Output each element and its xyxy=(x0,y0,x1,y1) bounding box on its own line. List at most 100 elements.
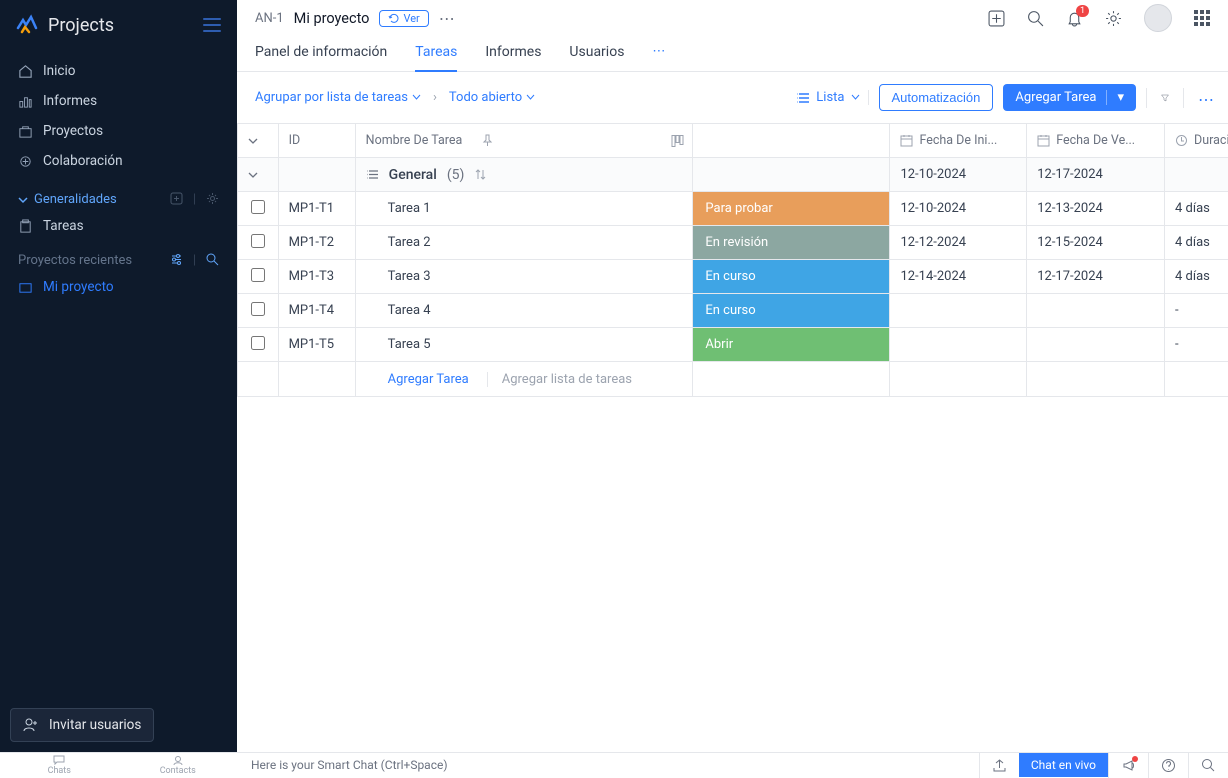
group-name[interactable]: General (5) xyxy=(366,167,683,183)
task-duration: 4 días xyxy=(1165,192,1228,226)
add-task-button[interactable]: Agregar Tarea ▾ xyxy=(1003,84,1136,111)
nav-informes[interactable]: Informes xyxy=(0,86,237,116)
tab-tareas[interactable]: Tareas xyxy=(415,38,457,72)
nav-proyectos[interactable]: Proyectos xyxy=(0,116,237,146)
task-due[interactable] xyxy=(1027,328,1165,362)
task-start[interactable] xyxy=(890,328,1027,362)
column-header-id[interactable]: ID xyxy=(278,124,355,158)
export-icon[interactable] xyxy=(979,753,1019,778)
search-icon[interactable] xyxy=(206,253,219,266)
row-checkbox[interactable] xyxy=(251,336,265,350)
add-task-list-inline[interactable]: Agregar lista de tareas xyxy=(487,372,646,387)
task-start[interactable]: 12-10-2024 xyxy=(890,192,1027,226)
table-row[interactable]: MP1-T1 Tarea 1 Para probar 12-10-2024 12… xyxy=(238,192,1228,226)
nav-inicio[interactable]: Inicio xyxy=(0,56,237,86)
task-name[interactable]: Tarea 2 xyxy=(355,226,693,260)
add-task-inline[interactable]: Agregar Tarea xyxy=(356,372,487,387)
app-logo[interactable]: Projects xyxy=(16,14,114,36)
gear-icon[interactable] xyxy=(206,192,219,205)
tab-more-icon[interactable]: ⋯ xyxy=(652,38,665,71)
task-due[interactable]: 12-17-2024 xyxy=(1027,260,1165,294)
task-start[interactable]: 12-12-2024 xyxy=(890,226,1027,260)
menu-toggle-icon[interactable] xyxy=(203,18,221,32)
column-header-start[interactable]: Fecha De Ini... xyxy=(890,124,1027,158)
filter-status-select[interactable]: Todo abierto xyxy=(449,90,535,105)
chat-tab-chats[interactable]: Chats xyxy=(0,755,119,776)
column-header-name[interactable]: Nombre De Tarea xyxy=(355,124,693,158)
avatar[interactable] xyxy=(1144,4,1172,32)
sidebar: Projects Inicio Informes Proyectos Colab… xyxy=(0,0,237,752)
task-name[interactable]: Tarea 5 xyxy=(355,328,693,362)
chevron-down-icon[interactable]: ▾ xyxy=(1106,90,1124,105)
project-id: AN-1 xyxy=(255,11,284,26)
search-icon[interactable] xyxy=(1027,10,1044,27)
main-content: AN-1 Mi proyecto Ver ⋯ 1 Panel xyxy=(237,0,1228,752)
task-name[interactable]: Tarea 3 xyxy=(355,260,693,294)
task-status[interactable]: En curso xyxy=(693,294,890,328)
notifications-button[interactable]: 1 xyxy=(1066,10,1083,27)
task-name[interactable]: Tarea 1 xyxy=(355,192,693,226)
invite-users-button[interactable]: Invitar usuarios xyxy=(10,708,154,742)
table-row[interactable]: MP1-T3 Tarea 3 En curso 12-14-2024 12-17… xyxy=(238,260,1228,294)
view-select[interactable]: Lista xyxy=(796,90,868,105)
column-header-due[interactable]: Fecha De Ve... xyxy=(1027,124,1165,158)
tab-informes[interactable]: Informes xyxy=(485,38,541,71)
tab-usuarios[interactable]: Usuarios xyxy=(569,38,624,71)
task-status[interactable]: Abrir xyxy=(693,328,890,362)
task-status[interactable]: En revisión xyxy=(693,226,890,260)
sort-icon[interactable] xyxy=(474,168,487,181)
briefcase-icon xyxy=(18,124,33,139)
plus-square-icon[interactable] xyxy=(988,10,1005,27)
section-generalidades[interactable]: Generalidades | xyxy=(18,192,219,207)
chat-tab-contacts[interactable]: Contacts xyxy=(119,755,238,776)
help-icon[interactable] xyxy=(1148,753,1188,778)
contacts-icon xyxy=(171,755,185,766)
column-header-status[interactable] xyxy=(693,124,890,158)
app-name: Projects xyxy=(48,15,114,36)
more-icon[interactable]: ⋯ xyxy=(439,9,456,28)
task-due[interactable]: 12-13-2024 xyxy=(1027,192,1165,226)
column-header-duration[interactable]: Duración xyxy=(1165,124,1228,158)
tab-panel-de-información[interactable]: Panel de información xyxy=(255,38,387,71)
task-status[interactable]: En curso xyxy=(693,260,890,294)
task-due[interactable] xyxy=(1027,294,1165,328)
automation-button[interactable]: Automatización xyxy=(879,84,994,111)
ver-button[interactable]: Ver xyxy=(379,10,428,27)
task-name[interactable]: Tarea 4 xyxy=(355,294,693,328)
breadcrumb: AN-1 Mi proyecto Ver ⋯ xyxy=(255,9,456,28)
filter-icon[interactable] xyxy=(1157,90,1173,106)
task-start[interactable]: 12-14-2024 xyxy=(890,260,1027,294)
nav-colaboracion[interactable]: Colaboración xyxy=(0,146,237,176)
row-checkbox[interactable] xyxy=(251,234,265,248)
live-chat-button[interactable]: Chat en vivo xyxy=(1019,753,1108,777)
task-duration: - xyxy=(1165,294,1228,328)
sliders-icon[interactable] xyxy=(170,253,183,266)
row-checkbox[interactable] xyxy=(251,268,265,282)
group-toggle[interactable] xyxy=(238,158,279,192)
table-row[interactable]: MP1-T4 Tarea 4 En curso - Ninguno xyxy=(238,294,1228,328)
list-icon xyxy=(796,91,810,105)
row-checkbox[interactable] xyxy=(251,200,265,214)
table-row[interactable]: MP1-T2 Tarea 2 En revisión 12-12-2024 12… xyxy=(238,226,1228,260)
sidebar-item-tareas[interactable]: Tareas xyxy=(0,211,237,241)
kanban-icon[interactable] xyxy=(671,134,684,147)
task-id: MP1-T3 xyxy=(278,260,355,294)
smart-chat-input[interactable]: Here is your Smart Chat (Ctrl+Space) xyxy=(237,758,979,772)
task-status[interactable]: Para probar xyxy=(693,192,890,226)
task-due[interactable]: 12-15-2024 xyxy=(1027,226,1165,260)
task-id: MP1-T1 xyxy=(278,192,355,226)
group-by-select[interactable]: Agrupar por lista de tareas xyxy=(255,90,421,105)
table-row[interactable]: MP1-T5 Tarea 5 Abrir - Ninguno xyxy=(238,328,1228,362)
zoom-icon[interactable] xyxy=(1188,753,1228,778)
plus-icon[interactable] xyxy=(170,192,183,205)
row-checkbox[interactable] xyxy=(251,302,265,316)
announcement-icon[interactable] xyxy=(1108,753,1148,778)
task-start[interactable] xyxy=(890,294,1027,328)
gear-icon[interactable] xyxy=(1105,10,1122,27)
apps-grid-icon[interactable] xyxy=(1194,10,1210,26)
more-icon[interactable]: ⋯ xyxy=(1194,90,1210,106)
expand-all-toggle[interactable] xyxy=(238,124,279,158)
recent-project-item[interactable]: Mi proyecto xyxy=(0,272,237,302)
nav-label: Inicio xyxy=(43,63,75,79)
tabs: Panel de información Tareas Informes Usuari… xyxy=(237,32,1228,72)
